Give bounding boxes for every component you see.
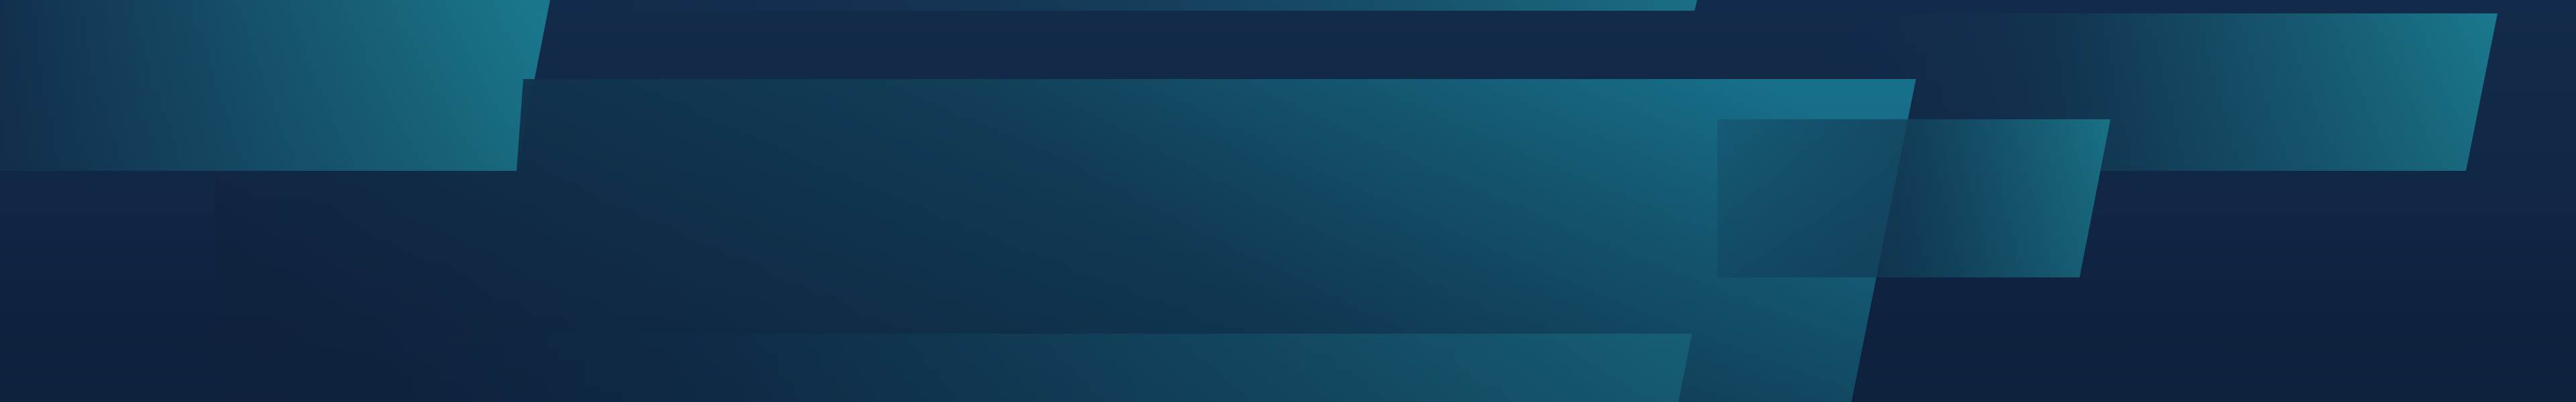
vertical-shade-overlay (0, 0, 2576, 402)
decorative-banner-background (0, 0, 2576, 402)
stripe-shapes (0, 0, 2576, 402)
